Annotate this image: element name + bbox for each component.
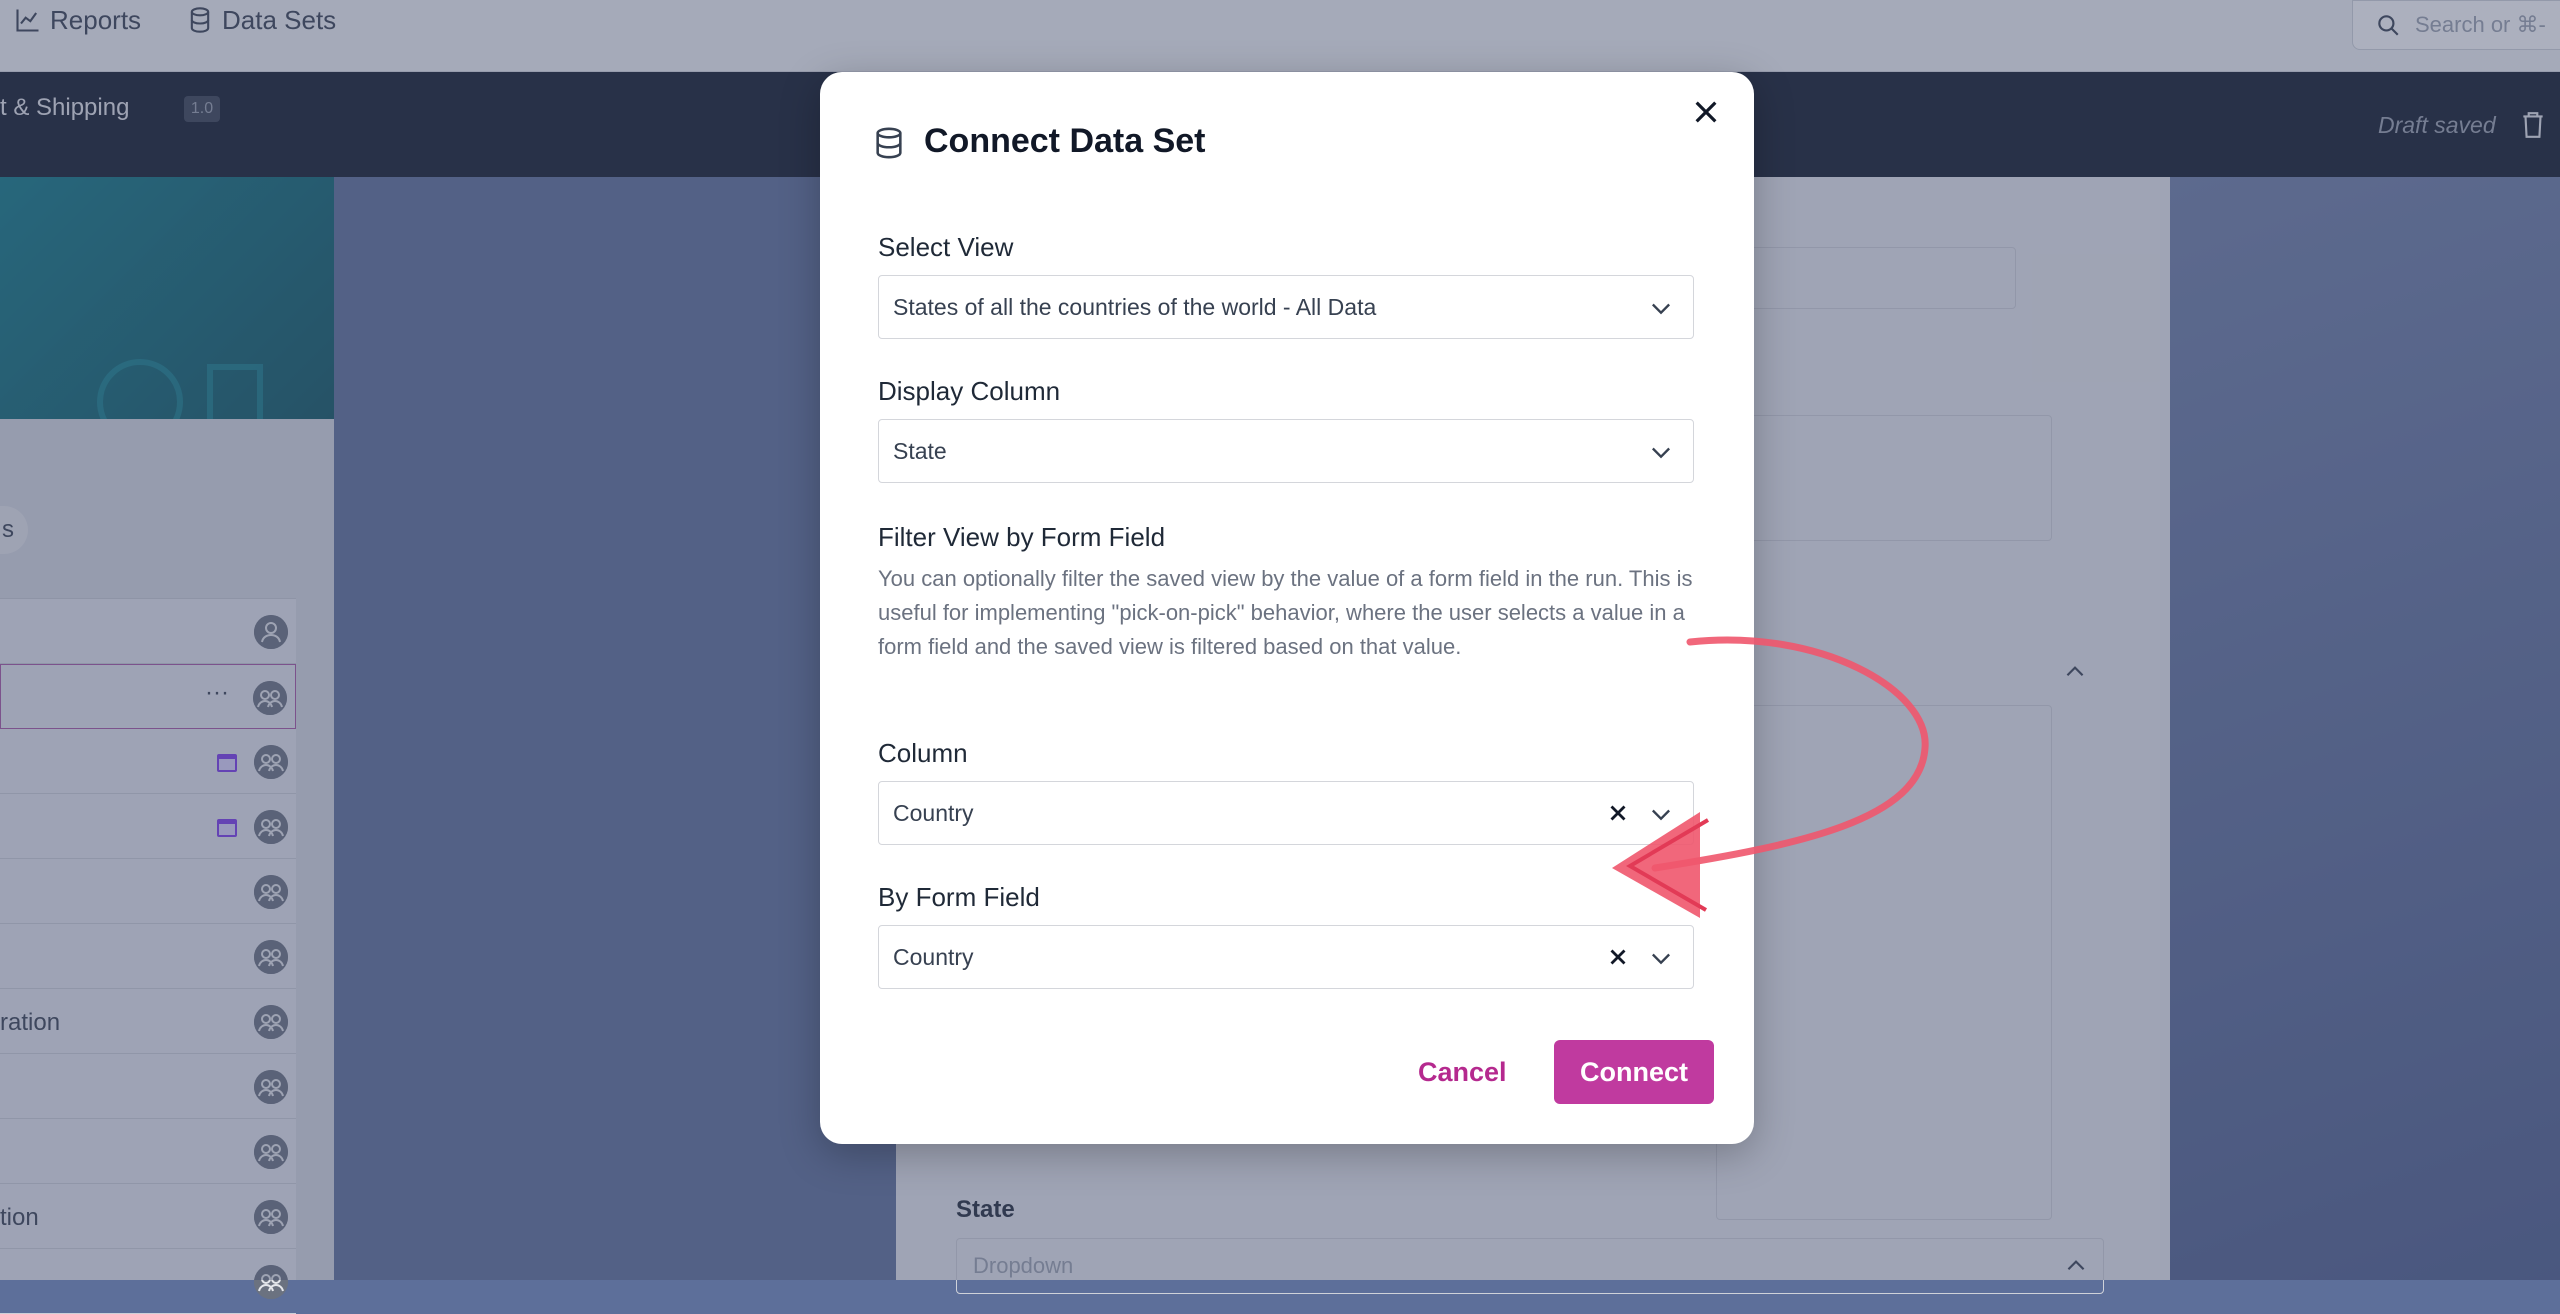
display-column-dropdown[interactable]: State (878, 419, 1694, 483)
column-label: Column (878, 738, 968, 768)
column-value: Country (893, 799, 974, 826)
filter-view-heading: Filter View by Form Field (878, 522, 1166, 552)
clear-x-icon[interactable] (1605, 800, 1631, 826)
chevron-down-icon (1652, 953, 1670, 965)
close-button[interactable] (1690, 96, 1722, 128)
select-view-dropdown[interactable]: States of all the countries of the world… (878, 275, 1694, 339)
display-column-value: State (893, 437, 947, 464)
chevron-down-icon (1652, 303, 1670, 315)
connect-button[interactable]: Connect (1554, 1040, 1714, 1104)
modal-title: Connect Data Set (924, 122, 1206, 160)
display-column-label: Display Column (878, 376, 1061, 406)
column-dropdown[interactable]: Country (878, 781, 1694, 845)
database-icon (876, 127, 902, 159)
by-form-field-dropdown[interactable]: Country (878, 925, 1694, 989)
filter-help-text: You can optionally filter the saved view… (878, 566, 1693, 659)
select-view-label: Select View (878, 232, 1014, 262)
chevron-down-icon (1652, 447, 1670, 459)
by-form-field-label: By Form Field (878, 882, 1040, 912)
chevron-down-icon (1652, 809, 1670, 821)
cancel-button[interactable]: Cancel (1418, 1040, 1507, 1104)
clear-x-icon[interactable] (1605, 944, 1631, 970)
close-icon (1695, 101, 1717, 123)
by-form-field-value: Country (893, 943, 974, 970)
select-view-value: States of all the countries of the world… (893, 293, 1377, 320)
